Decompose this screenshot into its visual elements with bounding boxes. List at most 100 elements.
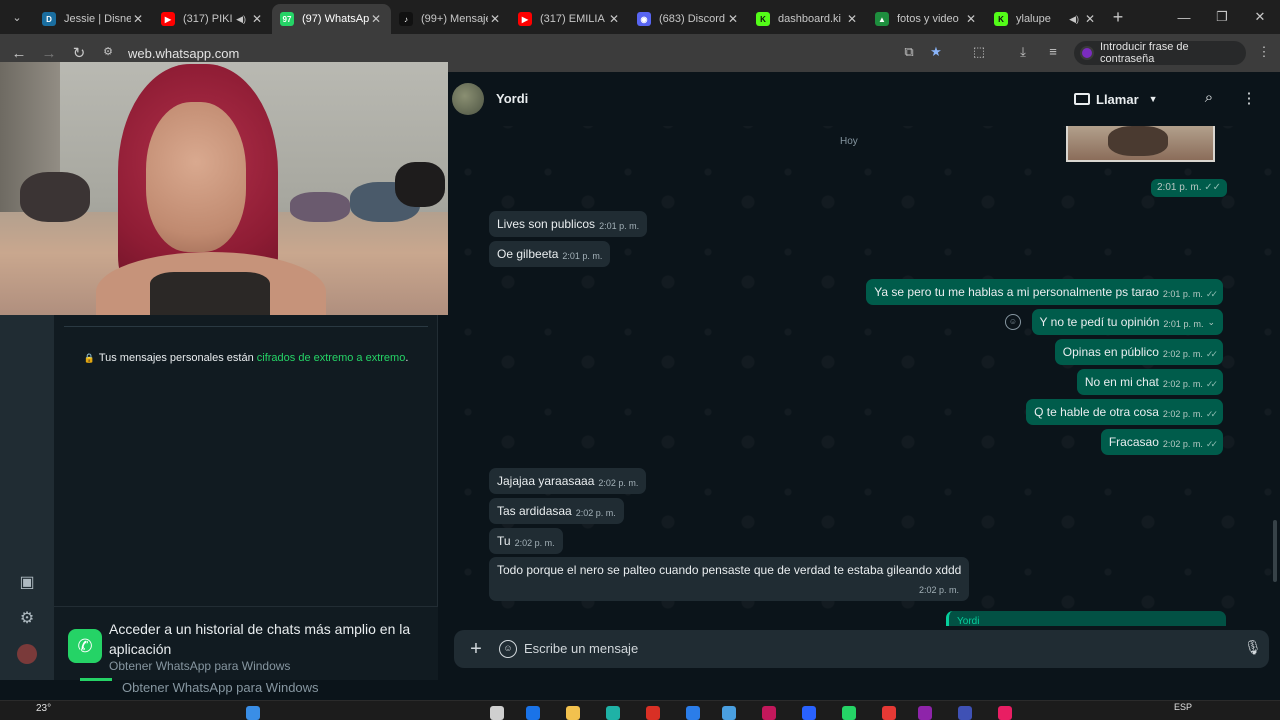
promo-subtitle[interactable]: Obtener WhatsApp para Windows [109,659,290,673]
emoji-react-icon[interactable]: ☺ [1005,314,1021,330]
taskbar-app-icon[interactable] [762,706,776,720]
taskbar-app-icon[interactable] [998,706,1012,720]
taskbar-app-icon[interactable] [918,706,932,720]
taskbar-app-icon[interactable] [722,706,736,720]
attach-plus-icon[interactable]: + [466,638,486,660]
download-icon[interactable]: ⤓ [1013,44,1033,62]
speaker-icon[interactable]: ◀) [1069,14,1079,25]
message-text: Opinas en público [1062,345,1159,359]
url-text[interactable]: web.whatsapp.com [128,46,239,61]
weather-temperature[interactable]: 23° [36,703,51,714]
taskbar-app-icon[interactable] [566,706,580,720]
webcam-clothes [20,172,90,222]
tab-8[interactable]: K ylalupe ◀) ✕ [986,4,1105,34]
taskbar-app-icon[interactable] [842,706,856,720]
tab-6[interactable]: K dashboard.ki ✕ [748,4,867,34]
taskbar-app-icon[interactable] [958,706,972,720]
desktop-app-promo[interactable]: ✆ Acceder a un historial de chats más am… [54,606,438,680]
taskbar-app-icon[interactable] [882,706,896,720]
message-bubble-out[interactable]: Ya se pero tu me hablas a mi personalmen… [866,279,1223,305]
minimize-icon[interactable]: — [1165,0,1203,34]
message-bubble-in[interactable]: Lives son publicos 2:01 p. m. [489,211,648,237]
message-bubble-in[interactable]: Tu 2:02 p. m. [489,528,563,554]
tab-4[interactable]: ▶ (317) EMILIA ✕ [510,4,629,34]
read-ticks-icon: ✓✓ [1204,182,1222,193]
message-bubble-out[interactable]: Fracasao 2:02 p. m. ✓✓ [1100,429,1223,455]
message-bubble-in[interactable]: Oe gilbeeta 2:01 p. m. [489,241,611,267]
tab-5[interactable]: ◉ (683) Discord ✕ [629,4,748,34]
message-text: Oe gilbeeta [497,247,559,261]
close-icon[interactable]: ✕ [131,12,145,26]
chevron-down-icon: ▼ [1148,94,1158,104]
taskbar-app-icon[interactable] [606,706,620,720]
message-bubble-in[interactable]: Todo porque el nero se palteo cuando pen… [489,557,969,601]
tab-label: ylalupe [1016,13,1051,25]
search-icon[interactable]: ⌕ [1199,89,1219,109]
read-ticks-icon: ✓✓ [1205,409,1218,419]
reload-icon[interactable]: ↻ [64,44,94,62]
speaker-icon[interactable]: ◀) [236,14,246,25]
close-icon[interactable]: ✕ [845,12,859,26]
close-window-icon[interactable]: ✕ [1241,0,1279,34]
message-bubble-in[interactable]: Tas ardidasaa 2:02 p. m. [489,498,624,524]
forward-icon[interactable]: → [34,45,64,62]
tab-0[interactable]: D Jessie | Disne ✕ [34,4,153,34]
close-icon[interactable]: ✕ [726,12,740,26]
mic-icon[interactable]: 🎙 [1244,639,1262,659]
extensions-icon[interactable]: ⬚ [969,44,989,62]
message-bubble-out[interactable]: Y no te pedí tu opinión 2:01 p. m. ⌄ [1031,309,1223,335]
settings-icon[interactable]: ⚙ [17,608,37,628]
tab-label: dashboard.ki [778,13,841,25]
avatar[interactable] [17,644,37,664]
media-icon[interactable]: ≡ [1043,44,1063,62]
chevron-down-icon[interactable]: ⌄ [1207,317,1215,328]
call-button[interactable]: Llamar ▼ [1074,86,1164,112]
get-windows-link[interactable]: Obtener WhatsApp para Windows [122,680,319,695]
image-message[interactable] [1066,126,1215,162]
taskbar-app-icon[interactable] [490,706,504,720]
maximize-icon[interactable]: ❐ [1203,0,1241,34]
back-icon[interactable]: ← [4,45,34,62]
taskbar-app-icon[interactable] [802,706,816,720]
message-bubble-in[interactable]: Jajajaa yaraasaaa 2:02 p. m. [489,468,647,494]
message-bubble-out[interactable]: No en mi chat 2:02 p. m. ✓✓ [1076,369,1223,395]
avatar[interactable] [452,83,484,115]
tab-3[interactable]: ♪ (99+) Mensaje ✕ [391,4,510,34]
taskbar-app-icon[interactable] [646,706,660,720]
star-icon[interactable]: ★ [926,44,946,62]
message-input[interactable]: Escribe un mensaje [524,641,638,656]
tab-1[interactable]: ▶ (317) PIKI ◀) ✕ [153,4,272,34]
tab-7[interactable]: ▲ fotos y video ✕ [867,4,986,34]
message-bubble-out[interactable]: Opinas en público 2:02 p. m. ✓✓ [1054,339,1223,365]
message-time: 2:02 p. m. [598,478,639,488]
site-info-icon[interactable]: ⚙ [100,45,116,61]
close-icon[interactable]: ✕ [1083,12,1097,26]
close-icon[interactable]: ✕ [964,12,978,26]
menu-dots-icon[interactable]: ⋮ [1239,89,1259,109]
contact-name[interactable]: Yordi [496,91,528,106]
install-icon[interactable]: ⧉ [899,44,919,62]
tab-2[interactable]: 97 (97) WhatsApp ✕ [272,4,391,34]
encryption-link[interactable]: cifrados de extremo a extremo [257,352,406,364]
browser-menu-dots-icon[interactable]: ⋮ [1254,44,1274,62]
close-icon[interactable]: ✕ [488,12,502,26]
emoji-icon[interactable]: ☺ [499,640,517,658]
message-text: Lives son publicos [497,217,596,231]
chat-header[interactable]: Yordi Llamar ▼ ⌕ ⋮ [448,72,1280,126]
message-time: 2:01 p. m. [562,251,603,261]
taskbar-app-icon[interactable] [526,706,540,720]
close-icon[interactable]: ✕ [250,12,264,26]
close-icon[interactable]: ✕ [607,12,621,26]
new-tab-plus-icon[interactable]: + [1105,7,1131,28]
get-windows-app-bar[interactable]: Obtener WhatsApp para Windows [54,678,438,698]
start-icon[interactable] [246,706,260,720]
language-indicator[interactable]: ESP [1174,702,1192,712]
message-composer: + ☺ Escribe un mensaje 🎙 [448,626,1280,680]
close-icon[interactable]: ✕ [369,12,383,26]
message-bubble-out[interactable]: Q te hable de otra cosa 2:02 p. m. ✓✓ [1026,399,1223,425]
tab-search-chevron-down-icon[interactable]: ⌄ [6,6,28,28]
chat-scrollbar[interactable] [1273,520,1277,582]
profile-passphrase-button[interactable]: Introducir frase de contraseña [1074,41,1246,65]
gallery-icon[interactable]: ▣ [17,572,37,592]
taskbar-app-icon[interactable] [686,706,700,720]
